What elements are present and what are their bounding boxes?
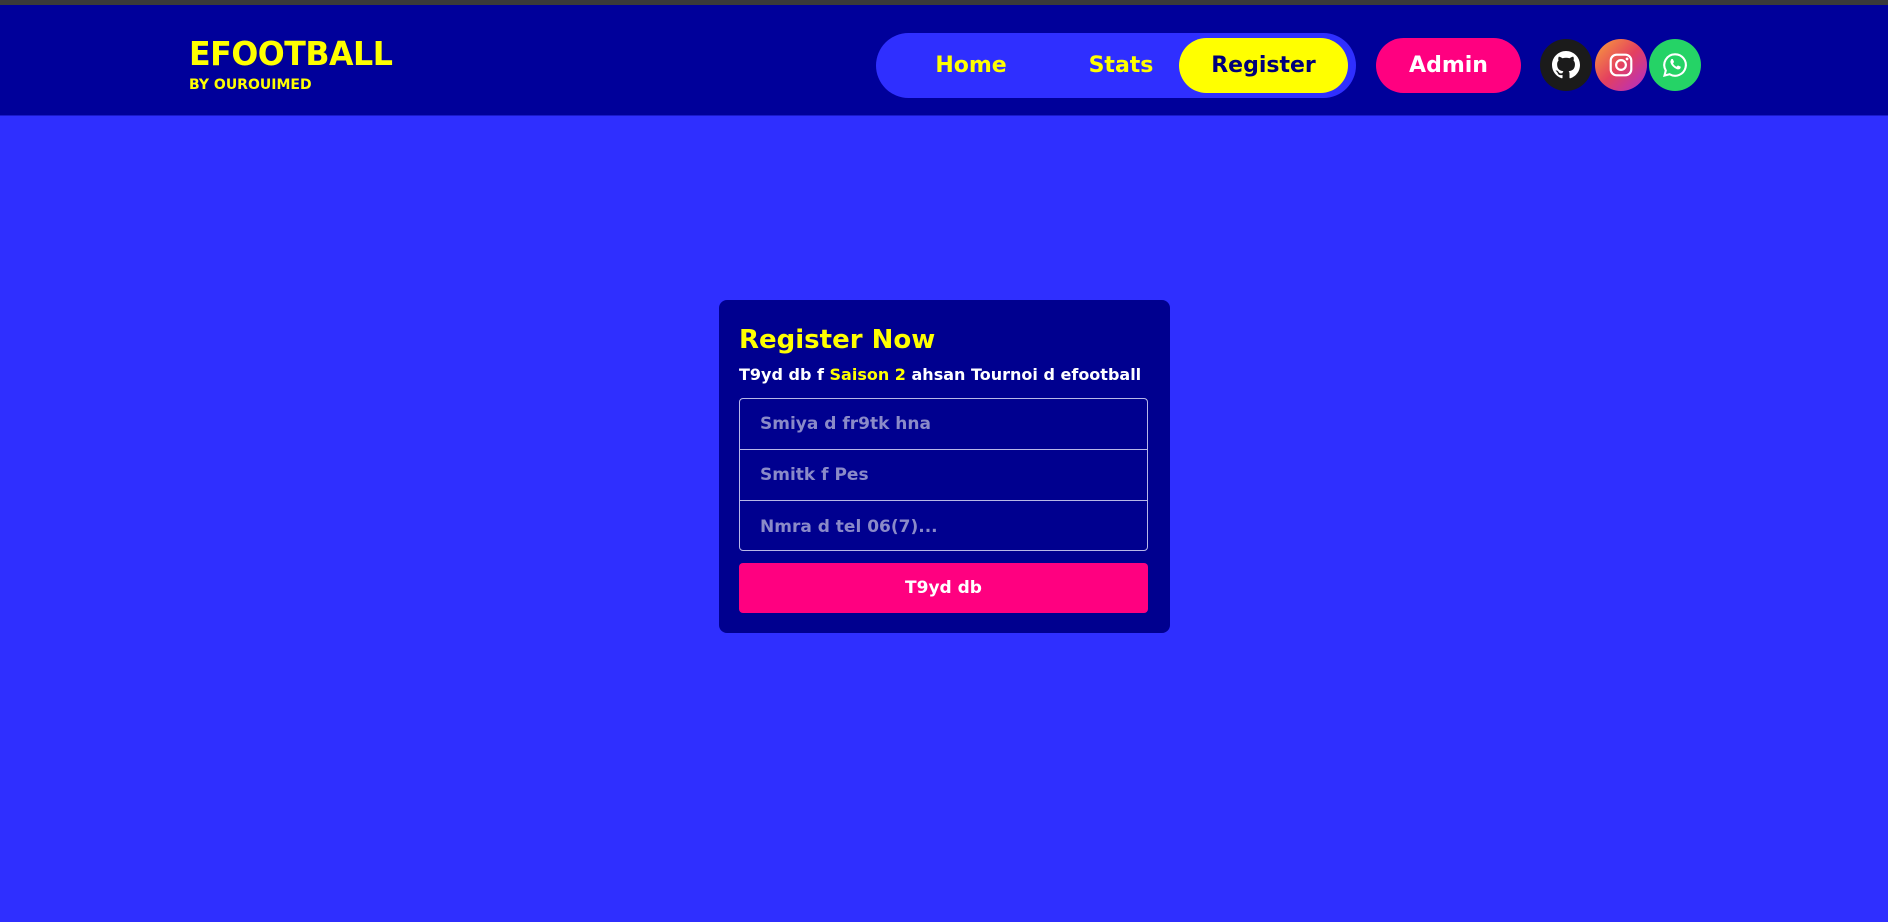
season-highlight: Saison 2 — [829, 365, 906, 384]
brand-subtitle: BY OUROUIMED — [189, 77, 312, 93]
nav-item-stats[interactable]: Stats — [1056, 38, 1186, 93]
register-submit-button[interactable]: T9yd db — [739, 563, 1148, 613]
player-name-input[interactable] — [740, 399, 1147, 450]
phone-input[interactable] — [740, 501, 1147, 550]
main-nav: Home Stats Register — [876, 33, 1356, 98]
github-link[interactable] — [1540, 39, 1592, 91]
register-fields — [739, 398, 1148, 551]
site-header: EFOOTBALL BY OUROUIMED Home Stats Regist… — [0, 5, 1888, 116]
github-icon — [1552, 51, 1580, 79]
register-title: Register Now — [739, 325, 936, 355]
pes-name-input[interactable] — [740, 450, 1147, 501]
whatsapp-icon — [1663, 53, 1687, 77]
nav-item-home[interactable]: Home — [906, 38, 1036, 93]
whatsapp-link[interactable] — [1649, 39, 1701, 91]
instagram-link[interactable] — [1595, 39, 1647, 91]
register-form-card: Register Now T9yd db f Saison 2 ahsan To… — [719, 300, 1170, 633]
register-subtitle: T9yd db f Saison 2 ahsan Tournoi d efoot… — [739, 364, 1141, 386]
register-subtitle-start: T9yd db f — [739, 365, 830, 384]
brand-logo[interactable]: EFOOTBALL BY OUROUIMED — [189, 34, 401, 94]
nav-item-register[interactable]: Register — [1179, 38, 1348, 93]
register-subtitle-end: ahsan Tournoi d efootball — [905, 365, 1142, 384]
instagram-icon — [1609, 53, 1633, 77]
brand-title: EFOOTBALL — [189, 34, 393, 73]
admin-button[interactable]: Admin — [1376, 38, 1521, 93]
